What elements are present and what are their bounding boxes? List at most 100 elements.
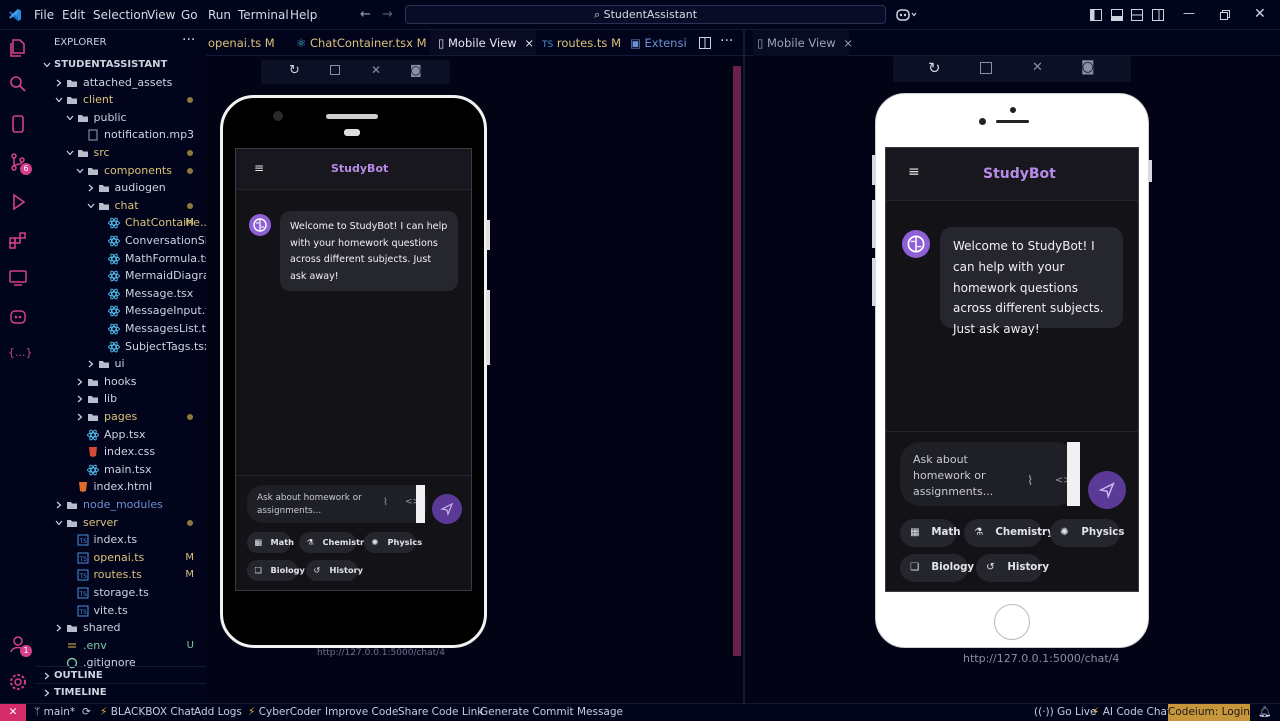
tree-file[interactable]: SubjectTags.tsx <box>36 338 206 356</box>
attach-paperclip-icon[interactable]: ⌇ <box>383 497 388 508</box>
subject-chip-biology[interactable]: ❏ Biology <box>247 560 305 581</box>
send-button[interactable] <box>1088 471 1126 509</box>
subject-chip-physics[interactable]: ✺ Physics <box>1050 519 1124 547</box>
subject-chip-history[interactable]: ↺ History <box>976 554 1049 582</box>
tree-folder[interactable]: shared <box>36 619 206 637</box>
remote-indicator-icon[interactable]: ✕ <box>0 704 26 721</box>
tab-chat-container[interactable]: ⚛ ChatContainer.tsx M <box>296 30 427 55</box>
notifications-bell-icon[interactable]: 🔔︎ <box>1258 704 1271 720</box>
timeline-section[interactable]: TIMELINE <box>36 683 206 701</box>
menu-edit[interactable]: Edit <box>62 0 85 30</box>
home-button[interactable] <box>994 604 1030 640</box>
editor-more-icon[interactable]: ··· <box>720 33 733 49</box>
explorer-more-icon[interactable]: ··· <box>182 32 195 48</box>
tree-file[interactable]: TS routes.ts M <box>36 566 206 584</box>
camera-icon[interactable]: ◙ <box>410 63 422 77</box>
close-window-icon[interactable]: ✕ <box>1254 6 1266 22</box>
tree-file[interactable]: MessagesList.tsx <box>36 320 206 338</box>
tree-file[interactable]: MathFormula.tsx <box>36 250 206 268</box>
tree-folder[interactable]: pages <box>36 408 206 426</box>
menu-selection[interactable]: Selection <box>93 0 148 30</box>
files-icon[interactable] <box>8 38 28 58</box>
status-commit-message[interactable]: Generate Commit Message <box>480 704 623 720</box>
explorer-root[interactable]: STUDENTASSISTANT <box>36 56 206 74</box>
editor-scrollbar[interactable] <box>733 66 741 656</box>
tree-folder[interactable]: client <box>36 91 206 109</box>
reload-icon[interactable]: ↻ <box>928 59 941 77</box>
input-scrollbar[interactable] <box>1067 442 1080 506</box>
tree-file[interactable]: index.css <box>36 443 206 461</box>
subject-chip-chemistry[interactable]: ⚗ Chemistry <box>964 519 1054 547</box>
remote-explorer-icon[interactable] <box>8 268 28 288</box>
back-arrow-icon[interactable]: ← <box>360 7 371 22</box>
close-device-icon[interactable]: ✕ <box>371 63 381 77</box>
close-device-icon[interactable]: ✕ <box>1032 60 1043 75</box>
home-square-icon[interactable] <box>980 62 992 74</box>
status-add-logs[interactable]: Add Logs <box>194 704 242 720</box>
search-view-icon[interactable] <box>8 74 28 94</box>
subject-chip-math[interactable]: ▦ Math <box>247 532 294 553</box>
git-branch[interactable]: ᛘ main* <box>34 704 75 720</box>
tree-file[interactable]: TS storage.ts <box>36 584 206 602</box>
status-ai-code-chat[interactable]: ⚡ AI Code Chat <box>1092 704 1171 720</box>
forward-arrow-icon[interactable]: → <box>382 7 393 22</box>
tab-extensions[interactable]: ▣ Extensi <box>630 30 687 55</box>
menu-file[interactable]: File <box>34 0 54 30</box>
sync-icon[interactable]: ⟳ <box>82 704 91 720</box>
send-button[interactable] <box>432 494 462 524</box>
tree-file[interactable]: TS openai.ts M <box>36 549 206 567</box>
tree-file[interactable]: TS index.ts <box>36 531 206 549</box>
outline-section[interactable]: OUTLINE <box>36 666 206 684</box>
subject-chip-physics[interactable]: ✺ Physics <box>364 532 422 553</box>
tree-file[interactable]: Message.tsx <box>36 285 206 303</box>
restore-icon[interactable] <box>1220 10 1230 20</box>
menu-run[interactable]: Run <box>208 0 231 30</box>
hamburger-menu-icon[interactable]: ≡ <box>254 161 264 175</box>
tree-file[interactable]: App.tsx <box>36 426 206 444</box>
layout-sidebar-icon[interactable] <box>1090 9 1102 21</box>
subject-chip-chemistry[interactable]: ⚗ Chemistry <box>299 532 369 553</box>
tree-file[interactable]: index.html <box>36 478 206 496</box>
tree-file[interactable]: MermaidDiagram.tsx <box>36 267 206 285</box>
layout-panel-icon[interactable] <box>1111 9 1123 21</box>
minimize-icon[interactable]: — <box>1183 6 1195 20</box>
close-tab-icon[interactable]: × <box>524 36 534 50</box>
command-search-box[interactable]: ⌕ StudentAssistant <box>405 5 886 24</box>
camera-icon[interactable]: ◙ <box>1081 59 1095 75</box>
close-tab-icon[interactable]: × <box>843 36 853 50</box>
status-go-live[interactable]: ((·)) Go Live <box>1034 704 1096 720</box>
tree-folder[interactable]: chat <box>36 197 206 215</box>
tree-file[interactable]: ChatContaine... M <box>36 214 206 232</box>
menu-terminal[interactable]: Terminal <box>238 0 289 30</box>
tree-folder[interactable]: server <box>36 514 206 532</box>
extensions-icon[interactable] <box>8 230 28 250</box>
status-share-code[interactable]: Share Code Link <box>398 704 483 720</box>
menu-go[interactable]: Go <box>181 0 198 30</box>
tree-folder[interactable]: audiogen <box>36 179 206 197</box>
home-square-icon[interactable] <box>330 65 340 75</box>
tree-folder[interactable]: ui <box>36 355 206 373</box>
tab-routes[interactable]: TS routes.ts M <box>542 30 621 55</box>
status-improve-code[interactable]: Improve Code <box>325 704 398 720</box>
message-input[interactable]: Ask about homework or assignments... ⌇ <… <box>247 485 427 523</box>
split-editor-icon[interactable] <box>699 37 711 49</box>
menu-view[interactable]: View <box>147 0 175 30</box>
tree-folder[interactable]: lib <box>36 390 206 408</box>
subject-chip-history[interactable]: ↺ History <box>306 560 363 581</box>
json-braces-icon[interactable]: {...} <box>8 346 33 359</box>
hamburger-menu-icon[interactable]: ≡ <box>908 164 920 180</box>
tree-file[interactable]: ConversationSideb... <box>36 232 206 250</box>
message-input[interactable]: Ask about homework or assignments... ⌇ <… <box>900 442 1076 506</box>
tab-openai[interactable]: openai.ts M <box>208 30 275 55</box>
status-cybercoder[interactable]: ⚡ CyberCoder <box>248 704 321 720</box>
layout-editor-icon[interactable] <box>1131 9 1143 21</box>
subject-chip-math[interactable]: ▦ Math <box>900 519 961 547</box>
reload-icon[interactable]: ↻ <box>289 63 300 78</box>
tab-mobile-view[interactable]: ▯ Mobile View × <box>430 30 536 55</box>
mobile-device-icon[interactable] <box>8 114 28 134</box>
attach-paperclip-icon[interactable]: ⌇ <box>1027 474 1033 489</box>
layout-secondary-icon[interactable] <box>1152 9 1164 21</box>
menu-help[interactable]: Help <box>290 0 317 30</box>
tree-file[interactable]: TS vite.ts <box>36 602 206 620</box>
subject-chip-biology[interactable]: ❏ Biology <box>900 554 974 582</box>
